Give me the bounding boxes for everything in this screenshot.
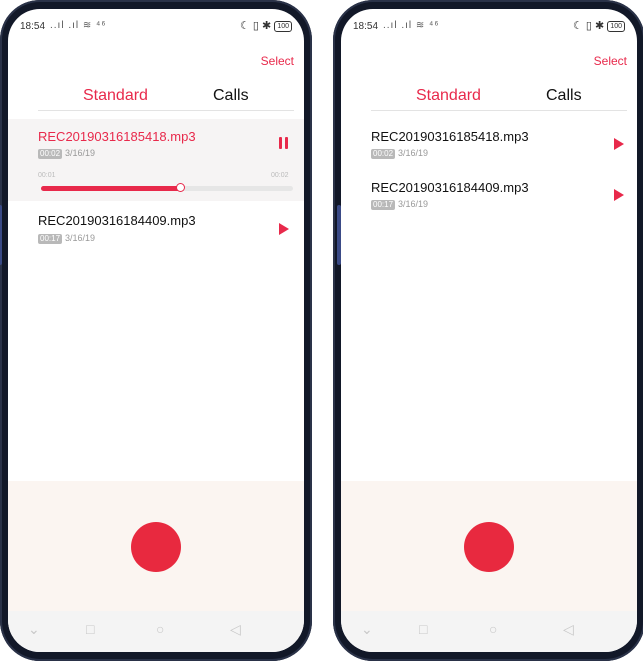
- pause-icon[interactable]: [278, 137, 290, 149]
- phone-frame-right: 18:54 ..ıl .ıl ≋ ⁴⁶ ☾ ▯ ✱ 100 Select Sta…: [333, 0, 643, 661]
- recents-icon[interactable]: □: [419, 621, 427, 637]
- progress-fill: [41, 186, 180, 191]
- battery-icon: 100: [274, 21, 292, 32]
- play-icon[interactable]: [614, 189, 624, 201]
- signal-icon: ..ıl .ıl ≋ ⁴⁶: [383, 20, 440, 31]
- recording-name: REC20190316185418.mp3: [38, 129, 196, 144]
- back-icon[interactable]: ◁: [230, 621, 241, 638]
- recording-date: 3/16/19: [398, 199, 429, 209]
- status-time: 18:54: [353, 21, 379, 32]
- back-icon[interactable]: ◁: [563, 621, 574, 638]
- progress-handle[interactable]: [175, 183, 185, 192]
- nav-down-icon[interactable]: ⌄: [28, 621, 40, 638]
- duration-badge: 00:02: [38, 149, 63, 159]
- player-total: 00:02: [271, 172, 289, 179]
- status-system-icons: ☾ ▯ ✱: [573, 20, 605, 32]
- recording-date: 3/16/19: [398, 148, 429, 158]
- battery-icon: 100: [607, 21, 625, 32]
- duration-badge: 00:17: [371, 200, 396, 210]
- nav-down-icon[interactable]: ⌄: [361, 621, 373, 638]
- recents-icon[interactable]: □: [86, 621, 94, 637]
- select-button[interactable]: Select: [594, 54, 627, 68]
- tab-standard[interactable]: Standard: [416, 87, 481, 105]
- play-icon[interactable]: [279, 223, 289, 235]
- navigation-bar: ⌄ □ ○ ◁: [341, 611, 637, 652]
- record-button[interactable]: [464, 522, 514, 572]
- progress-slider[interactable]: [41, 183, 293, 192]
- tab-calls[interactable]: Calls: [546, 87, 582, 105]
- status-bar: 18:54 ..ıl .ıl ≋ ⁴⁶ ☾ ▯ ✱ 100: [341, 17, 637, 37]
- tab-calls[interactable]: Calls: [213, 87, 249, 105]
- record-button[interactable]: [131, 522, 181, 572]
- volume-button: [0, 205, 2, 265]
- status-icons-right: ☾ ▯ ✱ 100: [573, 19, 625, 32]
- phone-frame-left: 18:54 ..ıl .ıl ≋ ⁴⁶ ☾ ▯ ✱ 100 Select Sta…: [0, 0, 312, 661]
- tab-divider: [38, 110, 294, 111]
- status-system-icons: ☾ ▯ ✱: [240, 20, 272, 32]
- status-icons-right: ☾ ▯ ✱ 100: [240, 19, 292, 32]
- recording-name: REC20190316184409.mp3: [371, 180, 529, 195]
- duration-badge: 00:02: [371, 149, 396, 159]
- screen-left: 18:54 ..ıl .ıl ≋ ⁴⁶ ☾ ▯ ✱ 100 Select Sta…: [8, 9, 304, 652]
- tab-divider: [371, 110, 627, 111]
- status-time: 18:54: [20, 21, 46, 32]
- status-bar: 18:54 ..ıl .ıl ≋ ⁴⁶ ☾ ▯ ✱ 100: [8, 17, 304, 37]
- navigation-bar: ⌄ □ ○ ◁: [8, 611, 304, 652]
- recording-name: REC20190316185418.mp3: [371, 129, 529, 144]
- player-elapsed: 00:01: [38, 172, 56, 179]
- home-icon[interactable]: ○: [489, 621, 497, 637]
- recording-date: 3/16/19: [65, 148, 96, 158]
- duration-badge: 00:17: [38, 234, 63, 244]
- screen-right: 18:54 ..ıl .ıl ≋ ⁴⁶ ☾ ▯ ✱ 100 Select Sta…: [341, 9, 637, 652]
- recording-date: 3/16/19: [65, 233, 96, 243]
- tab-standard[interactable]: Standard: [83, 87, 148, 105]
- play-icon[interactable]: [614, 138, 624, 150]
- select-button[interactable]: Select: [261, 54, 294, 68]
- recording-name: REC20190316184409.mp3: [38, 213, 196, 228]
- signal-icon: ..ıl .ıl ≋ ⁴⁶: [50, 20, 107, 31]
- home-icon[interactable]: ○: [156, 621, 164, 637]
